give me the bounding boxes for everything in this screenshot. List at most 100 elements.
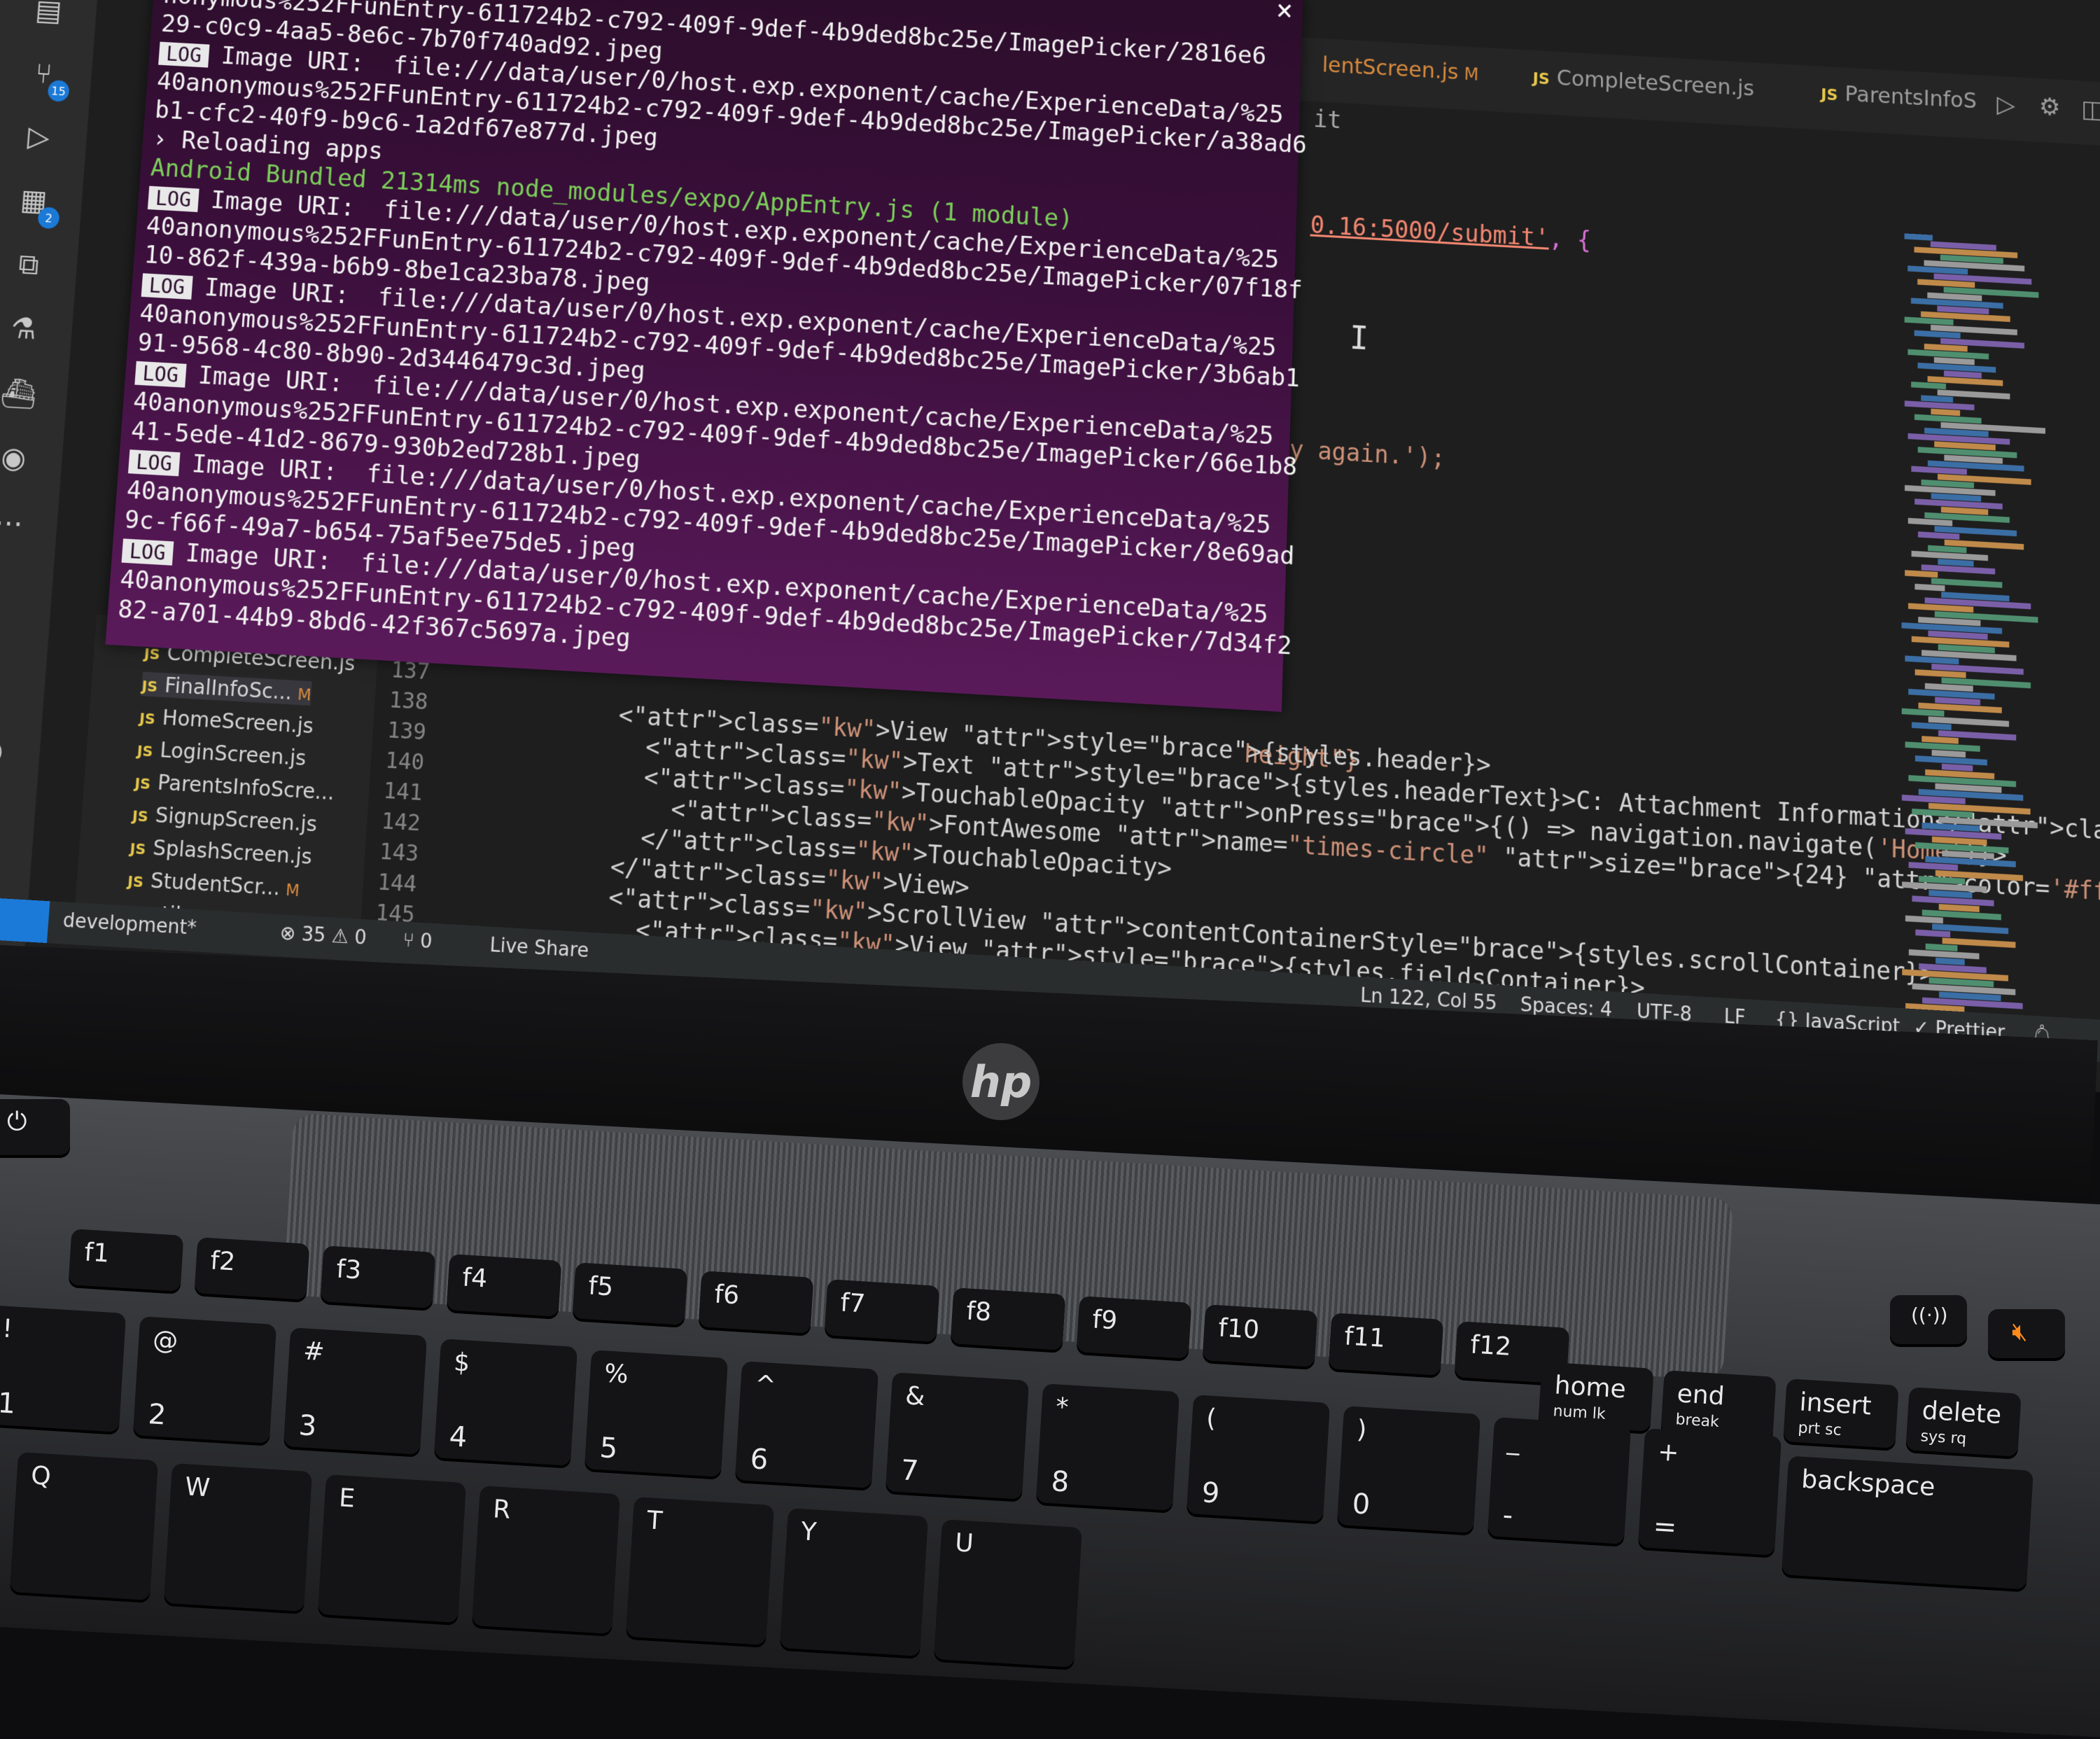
extensions-icon[interactable]: ▦ 2 (10, 177, 60, 230)
function-key-f7[interactable]: f7 (824, 1279, 940, 1342)
tab-parentsinfo[interactable]: JS ParentsInfoS (1821, 81, 1977, 114)
code-fetch-url: 0.16:5000/submit', { (1310, 211, 1591, 254)
key-label: + (1657, 1437, 1680, 1468)
key-label: f9 (1091, 1305, 1119, 1336)
nav-key-insert[interactable]: insert prt sc (1783, 1378, 1899, 1448)
hp-logo: hp (962, 1043, 1040, 1120)
extensions-badge: 2 (37, 207, 60, 230)
settings-gear-icon[interactable]: ⚙ (0, 792, 10, 842)
key-label: $ (453, 1348, 471, 1378)
explorer-icon[interactable]: ▤ (24, 0, 73, 34)
code-fragment-it: it (1312, 104, 1342, 134)
explorer-file-item[interactable]: JS SignupScreen.js (132, 802, 318, 837)
letter-key-u[interactable]: U (934, 1519, 1082, 1668)
key-label: insert (1798, 1388, 1872, 1421)
letter-key-w[interactable]: W (164, 1463, 312, 1612)
letter-key-q[interactable]: Q (10, 1452, 158, 1600)
tab-completescreen[interactable]: JS CompleteScreen.js (1532, 64, 1754, 102)
explorer-file-item[interactable]: JS SplashScreen.js (130, 834, 313, 869)
letter-key-y[interactable]: Y (780, 1508, 928, 1656)
function-key-f1[interactable]: f1 (68, 1229, 184, 1292)
file-name: FinalInfoSc... (164, 673, 293, 705)
number-key[interactable]: ! 1 (0, 1305, 127, 1432)
more-icon[interactable]: ⋯ (0, 499, 33, 548)
tab-lentscreen[interactable]: lentScreen.js M (1322, 53, 1478, 86)
number-key[interactable]: + = (1637, 1428, 1782, 1556)
function-key-f2[interactable]: f2 (194, 1237, 310, 1300)
key-label: delete (1921, 1396, 2003, 1430)
key-label: ! (1, 1314, 14, 1344)
debug-icon[interactable]: ⚙ (2039, 92, 2061, 122)
key-label: end (1676, 1379, 1726, 1411)
problems-count[interactable]: ⊗ 35 ⚠ 0 (279, 922, 368, 949)
explorer-file-item[interactable]: JS HomeScreen.js (139, 704, 314, 739)
function-key-f9[interactable]: f9 (1076, 1296, 1192, 1359)
minimap[interactable] (1898, 233, 2046, 1045)
key-label: f4 (461, 1263, 489, 1294)
key-label: ( (1205, 1404, 1217, 1434)
run-icon[interactable]: ▷ (1996, 90, 2015, 120)
explorer-file-item[interactable]: JS ParentsInfoScre... (134, 769, 335, 804)
number-key[interactable]: $4 (433, 1339, 578, 1466)
ports-count[interactable]: ⑂ 0 (402, 929, 433, 953)
number-key[interactable]: * 8 (1035, 1383, 1180, 1511)
number-key[interactable]: @2 (132, 1316, 277, 1444)
backspace-key[interactable]: backspace (1782, 1455, 2033, 1590)
function-key-f5[interactable]: f5 (572, 1262, 688, 1325)
nav-key-delete[interactable]: delete sys rq (1905, 1387, 2022, 1457)
number-key[interactable]: _ - (1487, 1417, 1632, 1544)
git-branch[interactable]: development* (62, 909, 197, 940)
minimap-line (1914, 583, 1945, 592)
function-key-f3[interactable]: f3 (320, 1245, 436, 1308)
key-label: % (603, 1359, 629, 1390)
key-label: W (184, 1472, 211, 1503)
account-icon[interactable]: ◎ (0, 725, 15, 775)
number-key[interactable]: ) 0 (1336, 1406, 1481, 1533)
function-key-f4[interactable]: f4 (446, 1254, 562, 1317)
letter-key-e[interactable]: E (318, 1474, 466, 1623)
live-share-button[interactable]: Live Share (489, 934, 589, 962)
wireless-key[interactable]: ((·)) (1890, 1295, 1967, 1344)
code-fragment-again: y again.'); (1289, 435, 1446, 473)
number-key[interactable]: #3 (283, 1327, 428, 1455)
split-editor-icon[interactable]: ◫ (2081, 95, 2100, 125)
number-key[interactable]: ^ 6 (734, 1361, 879, 1488)
power-button[interactable]: ⏻ (0, 1099, 70, 1155)
nav-key-end[interactable]: end break (1660, 1370, 1777, 1440)
close-icon[interactable]: × (1275, 0, 1294, 27)
key-label: f10 (1217, 1313, 1261, 1345)
function-key-f10[interactable]: f10 (1202, 1304, 1318, 1367)
letter-key-t[interactable]: T (626, 1497, 774, 1645)
remote-explorer-icon[interactable]: ⧉ (4, 241, 53, 289)
letter-key-r[interactable]: R (472, 1486, 620, 1634)
function-key-f11[interactable]: f11 (1328, 1313, 1444, 1376)
number-key[interactable]: & 7 (885, 1372, 1030, 1500)
run-debug-icon[interactable]: ▷ (15, 113, 63, 161)
terminal-panel[interactable]: × nonymous%252FFunEntry-611724b2-c792-40… (105, 0, 1307, 712)
function-key-f6[interactable]: f6 (698, 1271, 814, 1334)
key-sublabel: 4 (448, 1420, 468, 1454)
js-file-icon: JS (129, 839, 147, 858)
file-explorer: JS CompleteScreen.js JS FinalInfoSc... M JS Ho… (74, 614, 379, 928)
key-sublabel: 1 (0, 1387, 17, 1420)
remote-indicator-icon[interactable] (0, 898, 50, 944)
line-number: 141 (382, 778, 424, 806)
key-label: f6 (713, 1280, 741, 1311)
testing-icon[interactable]: ⚗ (0, 305, 48, 353)
number-key[interactable]: % 5 (584, 1350, 729, 1477)
file-name: HomeScreen.js (161, 705, 314, 739)
explorer-file-item[interactable]: JS StudentScr... M (127, 867, 300, 901)
explorer-file-item[interactable]: JS LoginScreen.js (136, 736, 307, 771)
key-label: f2 (209, 1246, 237, 1277)
docker-icon[interactable]: ⛴ (0, 369, 43, 417)
function-key-f8[interactable]: f8 (950, 1287, 1066, 1350)
source-control-icon[interactable]: ⑂ 15 (20, 50, 70, 102)
mute-key[interactable]: 🔇︎ (1988, 1309, 2065, 1358)
line-number: 144 (377, 869, 418, 898)
key-sublabel: 8 (1050, 1465, 1070, 1499)
key-label: _ (1506, 1426, 1521, 1456)
line-number: 139 (386, 717, 427, 746)
number-key[interactable]: (9 (1186, 1395, 1331, 1522)
explorer-file-item[interactable]: JS FinalInfoSc... M (141, 671, 312, 706)
github-icon[interactable]: ◉ (0, 434, 38, 483)
